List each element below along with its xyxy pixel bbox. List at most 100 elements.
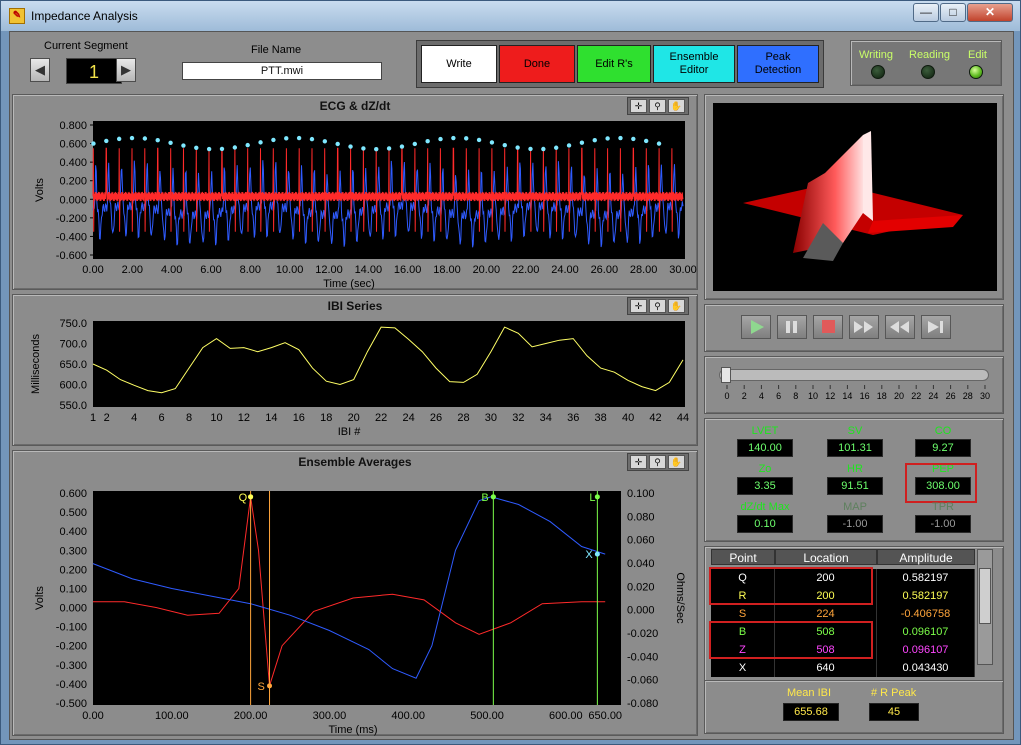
ensemble-editor-button[interactable]: Ensemble Editor bbox=[653, 45, 735, 83]
ensemble-xtick: 500.00 bbox=[470, 710, 504, 722]
metrics-panel: LVET 140.00 SV 101.31 CO 9.27 Zo 3.35 HR 91.5… bbox=[704, 418, 1004, 542]
r-peak-marker bbox=[605, 136, 610, 141]
ensemble-ytick: 0.600 bbox=[59, 488, 87, 500]
r-peak-marker bbox=[374, 146, 379, 152]
r-peak-marker bbox=[348, 144, 353, 149]
r-peak-marker bbox=[631, 136, 636, 142]
r-peak-marker bbox=[361, 146, 366, 151]
ibi-xtick: 32 bbox=[512, 412, 524, 424]
ensemble-xtick: 650.00 bbox=[588, 710, 622, 722]
file-name-field[interactable]: PTT.mwi bbox=[182, 62, 382, 80]
ibi-ytick: 750.0 bbox=[59, 318, 87, 330]
ecg-ytick: -0.200 bbox=[56, 213, 87, 225]
ensemble-ytick: 0.500 bbox=[59, 507, 87, 519]
rewind-button[interactable] bbox=[885, 315, 915, 339]
segment-prev-button[interactable]: ◀ bbox=[30, 58, 50, 82]
slider-tick-label: 16 bbox=[860, 391, 870, 401]
ensemble-y2tick: 0.020 bbox=[627, 581, 655, 593]
skip-end-button[interactable] bbox=[921, 315, 951, 339]
col-location[interactable]: Location bbox=[775, 549, 877, 565]
hr-value: 91.51 bbox=[827, 477, 883, 495]
r-peak-marker bbox=[309, 136, 315, 142]
stop-button[interactable] bbox=[813, 315, 843, 339]
ensemble-ytick: 0.400 bbox=[59, 526, 87, 538]
cell-amplitude: 0.096107 bbox=[877, 641, 975, 659]
ecg-ytick: 0.600 bbox=[59, 139, 87, 151]
edit-led-label: Edit bbox=[968, 49, 987, 61]
ecg-xtick: 10.00 bbox=[276, 264, 304, 276]
table-scroll-thumb[interactable] bbox=[979, 568, 991, 624]
ensemble-editor-label: Ensemble Editor bbox=[669, 51, 719, 76]
r-peak-marker bbox=[502, 142, 507, 148]
pause-button[interactable] bbox=[777, 315, 807, 339]
app-icon: ✎ bbox=[9, 8, 25, 24]
ensemble-chart[interactable]: 0.600 0.500 0.400 0.300 0.200 0.100 0.000 -0.10… bbox=[13, 451, 699, 737]
r-peak-marker bbox=[618, 135, 623, 141]
action-button-bar: Write Done Edit R's Ensemble Editor Peak… bbox=[416, 40, 824, 88]
reading-led-label: Reading bbox=[909, 49, 950, 61]
ecg-xtick: 16.00 bbox=[394, 264, 422, 276]
ensemble-ytick: -0.500 bbox=[56, 698, 87, 710]
slider-tick-label: 18 bbox=[877, 391, 887, 401]
sv-value: 101.31 bbox=[827, 439, 883, 457]
r-peak-marker bbox=[541, 146, 546, 152]
ibi-chart[interactable]: 750.0700.0650.0600.0550.01 2 4 6 8 10 12 14 16 18… bbox=[13, 295, 699, 447]
ensemble-point-marker bbox=[490, 494, 496, 500]
segment-value[interactable]: 1 bbox=[66, 58, 122, 84]
r-peak-marker bbox=[206, 146, 212, 152]
done-button[interactable]: Done bbox=[499, 45, 575, 83]
frame-slider-scale: 0 2 4 6 8 10 12 14 16 18 20 22 24 26 28 30 bbox=[724, 385, 990, 401]
edit-rs-button[interactable]: Edit R's bbox=[577, 45, 651, 83]
col-amplitude[interactable]: Amplitude bbox=[877, 549, 975, 565]
playback-panel bbox=[704, 304, 1004, 352]
ensemble-point-marker bbox=[594, 551, 600, 557]
ecg-chart[interactable]: 0.800 0.600 0.400 0.200 0.000 -0.200 -0.400 -0.… bbox=[13, 95, 699, 291]
fast-forward-button[interactable] bbox=[849, 315, 879, 339]
r-peak-marker bbox=[451, 135, 456, 141]
ibi-ylabel: Milliseconds bbox=[30, 334, 42, 394]
r-peak-marker bbox=[245, 142, 250, 148]
ensemble-panel: Ensemble Averages ✛ ⚲ ✋ 0.600 0.500 0.400 0… bbox=[12, 450, 698, 736]
ibi-xtick: 2 bbox=[104, 412, 110, 424]
ibi-xtick: 16 bbox=[293, 412, 305, 424]
r-peak-marker bbox=[438, 136, 443, 142]
ecg-xtick: 6.00 bbox=[200, 264, 221, 276]
table-scrollbar[interactable] bbox=[977, 549, 993, 665]
r-peak-marker bbox=[489, 140, 495, 145]
ensemble-point-marker bbox=[594, 494, 600, 500]
r-peak-marker bbox=[425, 139, 430, 144]
peak-detection-button[interactable]: Peak Detection bbox=[737, 45, 819, 83]
ibi-xtick: 18 bbox=[320, 412, 332, 424]
play-button[interactable] bbox=[741, 315, 771, 339]
map-indicator: MAP -1.00 bbox=[819, 501, 891, 533]
ibi-xtick: 8 bbox=[186, 412, 192, 424]
segment-label: Current Segment bbox=[44, 40, 128, 52]
r-peak-marker bbox=[258, 140, 263, 145]
ensemble-ytick: 0.300 bbox=[59, 545, 87, 557]
ensemble-xtick: 200.00 bbox=[234, 710, 268, 722]
hr-label: HR bbox=[847, 463, 863, 475]
qr-highlight bbox=[709, 567, 873, 605]
minimize-button[interactable]: — bbox=[913, 3, 939, 22]
dzdt-max-label: dZ/dt Max bbox=[740, 501, 790, 513]
ensemble-y2tick: 0.080 bbox=[627, 511, 655, 523]
close-button[interactable]: ✕ bbox=[967, 3, 1013, 22]
zo-value: 3.35 bbox=[737, 477, 793, 495]
map-label: MAP bbox=[843, 501, 867, 513]
slider-tick-label: 0 bbox=[724, 391, 729, 401]
ensemble-y2tick: 0.000 bbox=[627, 605, 655, 617]
surface-plot[interactable] bbox=[713, 103, 997, 291]
done-label: Done bbox=[523, 57, 551, 70]
ecg-panel: ECG & dZ/dt ✛ ⚲ ✋ 0.800 0.600 0.400 0.200 0.… bbox=[12, 94, 698, 290]
maximize-button[interactable]: □ bbox=[940, 3, 966, 22]
segment-next-button[interactable]: ▶ bbox=[116, 58, 136, 82]
table-row[interactable]: X 640 0.043430 bbox=[711, 659, 975, 677]
tpr-indicator: TPR -1.00 bbox=[907, 501, 979, 533]
ecg-xtick: 28.00 bbox=[630, 264, 658, 276]
col-point[interactable]: Point bbox=[711, 549, 775, 565]
ibi-xtick: 6 bbox=[159, 412, 165, 424]
write-button[interactable]: Write bbox=[421, 45, 497, 83]
ecg-xtick: 22.00 bbox=[512, 264, 540, 276]
ibi-panel: IBI Series ✛ ⚲ ✋ 750.0 700.0 650.0 600.0 550… bbox=[12, 294, 698, 446]
ensemble-ytick: -0.100 bbox=[56, 622, 87, 634]
